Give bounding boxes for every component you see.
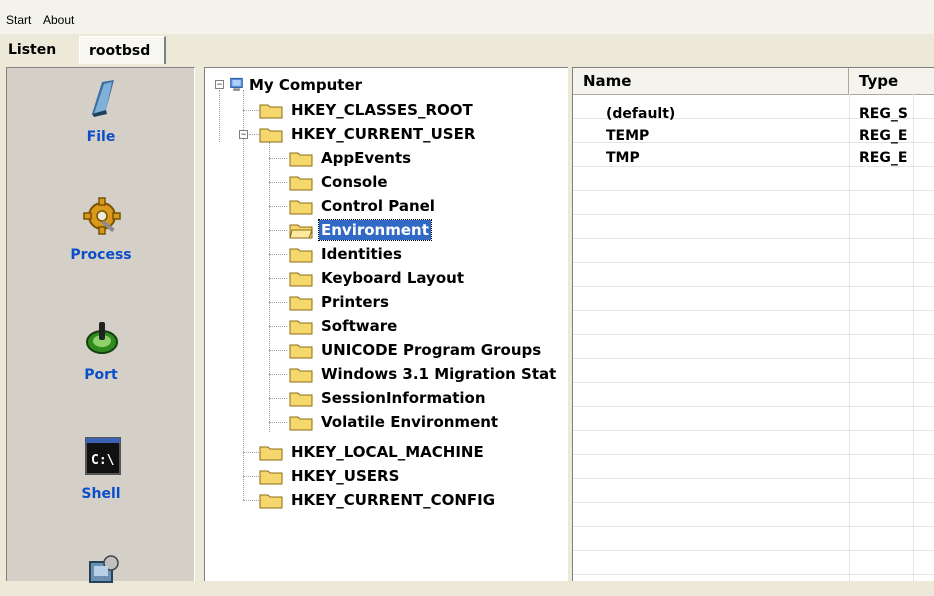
grid-line — [573, 382, 934, 383]
process-gear-icon — [83, 197, 121, 235]
grid-line — [573, 502, 934, 503]
tree-connector — [269, 278, 287, 279]
menu-start[interactable]: Start — [6, 13, 31, 27]
tree-connector — [219, 90, 220, 142]
computer-icon — [230, 77, 243, 91]
grid-line — [573, 526, 934, 527]
value-type: REG_S — [859, 106, 908, 122]
tree-connector — [269, 158, 287, 159]
grid-line — [573, 334, 934, 335]
tree-connector — [243, 452, 259, 453]
grid-line — [573, 214, 934, 215]
value-type: REG_E — [859, 150, 908, 166]
folder-icon — [289, 320, 313, 335]
grid-line — [573, 574, 934, 575]
folder-icon — [289, 368, 313, 383]
tree-connector — [243, 500, 259, 501]
grid-line — [573, 310, 934, 311]
tree-connector — [249, 134, 259, 135]
tab-strip: Listen rootbsd — [0, 34, 934, 68]
grid-line — [573, 238, 934, 239]
grid-line — [573, 430, 934, 431]
tree-connector — [269, 206, 287, 207]
grid-line — [573, 190, 934, 191]
grid-line — [573, 166, 934, 167]
tree-connector — [269, 350, 287, 351]
nav-label-file: File — [86, 129, 116, 145]
value-name: (default) — [606, 106, 676, 122]
tree-connector — [269, 374, 287, 375]
grid-line — [573, 550, 934, 551]
folder-icon — [259, 470, 283, 485]
value-type: REG_E — [859, 128, 908, 144]
nav-label-shell: Shell — [81, 486, 121, 502]
grid-line — [573, 262, 934, 263]
menu-bar: Start About — [0, 0, 934, 34]
column-header-name[interactable]: Name — [573, 68, 849, 94]
tree-connector — [243, 110, 259, 111]
grid-line — [573, 454, 934, 455]
tab-listen[interactable]: Listen — [8, 42, 56, 58]
collapse-toggle-icon[interactable]: − — [239, 130, 248, 139]
tree-connector — [269, 254, 287, 255]
folder-icon — [289, 272, 313, 287]
folder-icon — [289, 416, 313, 431]
collapse-toggle-icon[interactable]: − — [215, 80, 224, 89]
folder-icon — [289, 176, 313, 191]
tree-connector — [269, 398, 287, 399]
folder-icon — [289, 392, 313, 407]
registry-tree: − − My Computer HKEY_CLASSES_ROOT HKEY_C… — [204, 67, 568, 581]
grid-line — [913, 94, 914, 581]
tab-rootbsd[interactable]: rootbsd — [79, 36, 166, 64]
tree-connector — [269, 182, 287, 183]
shell-console-icon: C:\ — [85, 437, 121, 475]
nav-panel: File Process Port C:\ Shell — [6, 67, 195, 583]
values-list: Name Type (default) REG_S TEMP REG_E TMP… — [572, 67, 934, 581]
port-power-icon — [86, 322, 118, 354]
folder-icon — [289, 152, 313, 167]
tree-connector — [243, 476, 259, 477]
grid-line — [573, 406, 934, 407]
folder-icon — [289, 200, 313, 215]
tree-connector — [269, 142, 270, 432]
folder-icon — [289, 296, 313, 311]
folder-icon — [259, 104, 283, 119]
grid-line — [849, 94, 850, 581]
folder-open-icon — [289, 224, 313, 239]
folder-icon — [259, 128, 283, 143]
network-icon — [89, 555, 119, 583]
tree-connector — [269, 326, 287, 327]
tree-connector — [269, 230, 287, 231]
nav-label-port: Port — [84, 367, 118, 383]
file-icon — [92, 80, 114, 117]
folder-icon — [259, 494, 283, 509]
tree-connector — [269, 302, 287, 303]
menu-about[interactable]: About — [43, 13, 74, 27]
folder-icon — [289, 248, 313, 263]
column-header-type[interactable]: Type — [849, 68, 934, 94]
folder-icon — [289, 344, 313, 359]
grid-line — [573, 358, 934, 359]
folder-icon — [259, 446, 283, 461]
nav-label-process: Process — [70, 247, 132, 263]
tree-connector — [269, 422, 287, 423]
grid-line — [573, 478, 934, 479]
grid-line — [573, 286, 934, 287]
svg-text:C:\: C:\ — [91, 453, 115, 468]
tree-connector — [243, 90, 244, 500]
list-header: Name Type — [573, 68, 934, 95]
value-name: TEMP — [606, 128, 650, 144]
value-name: TMP — [606, 150, 640, 166]
